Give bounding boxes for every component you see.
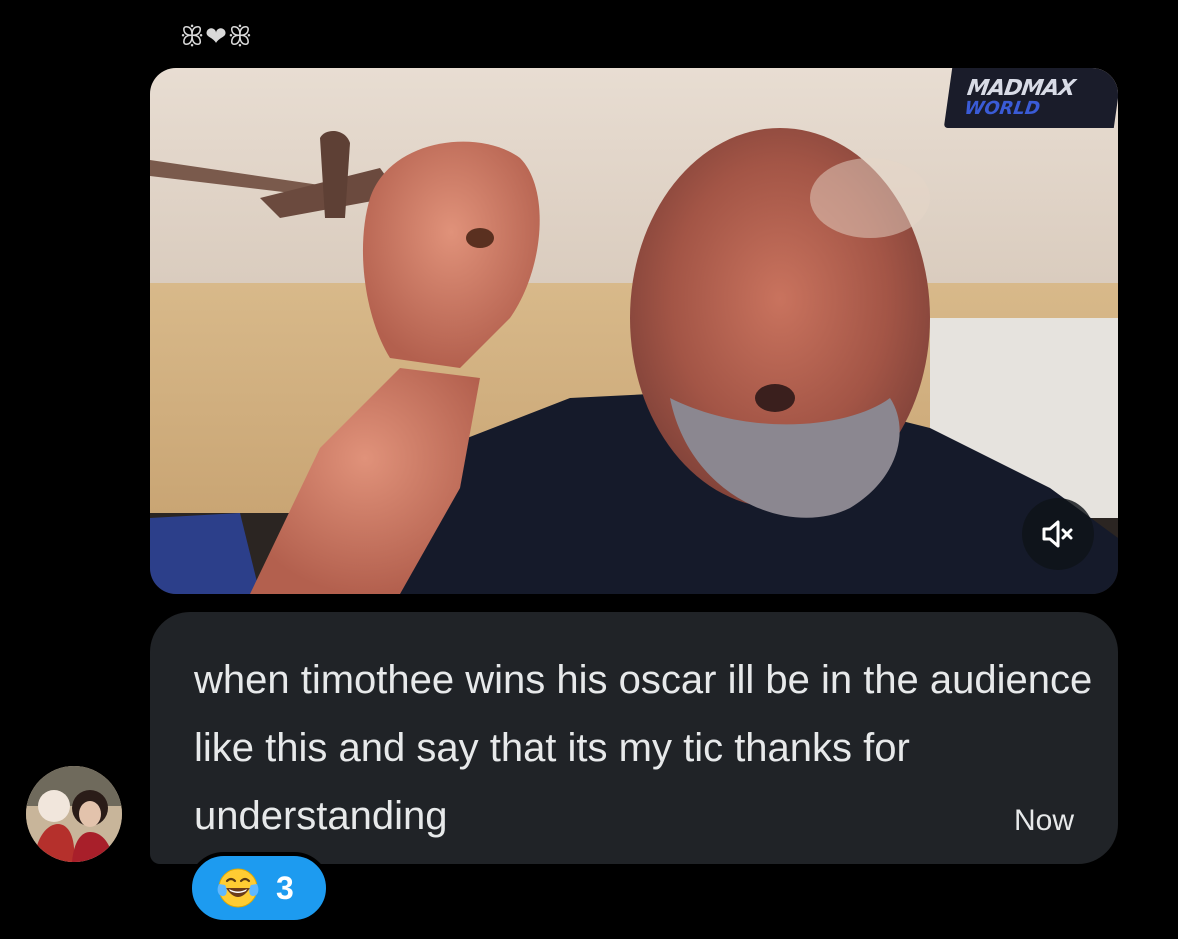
avatar-image	[26, 766, 122, 862]
message-bubble[interactable]: when timothee wins his oscar ill be in t…	[150, 612, 1118, 864]
sender-display-name: ꕥ❤ꕥ	[180, 22, 254, 52]
dm-conversation: ꕥ❤ꕥ MADMAX WORLD when timothee wins his …	[0, 0, 1178, 939]
watermark-line-1: MADMAX	[965, 76, 1077, 101]
video-frame-illustration	[150, 68, 1118, 594]
unmute-button[interactable]	[1022, 498, 1094, 570]
speaker-muted-icon	[1042, 520, 1073, 548]
message-timestamp: Now	[1013, 804, 1074, 837]
reaction-count: 3	[276, 869, 294, 906]
face-with-tears-of-joy-icon	[217, 868, 259, 908]
sender-avatar[interactable]	[26, 766, 122, 862]
message-text: when timothee wins his oscar ill be in t…	[194, 658, 1093, 838]
watermark-line-2: WORLD	[963, 98, 1042, 119]
reaction-button[interactable]: 3	[188, 852, 330, 924]
channel-watermark: MADMAX WORLD	[943, 68, 1118, 128]
video-attachment[interactable]: MADMAX WORLD	[150, 68, 1118, 594]
